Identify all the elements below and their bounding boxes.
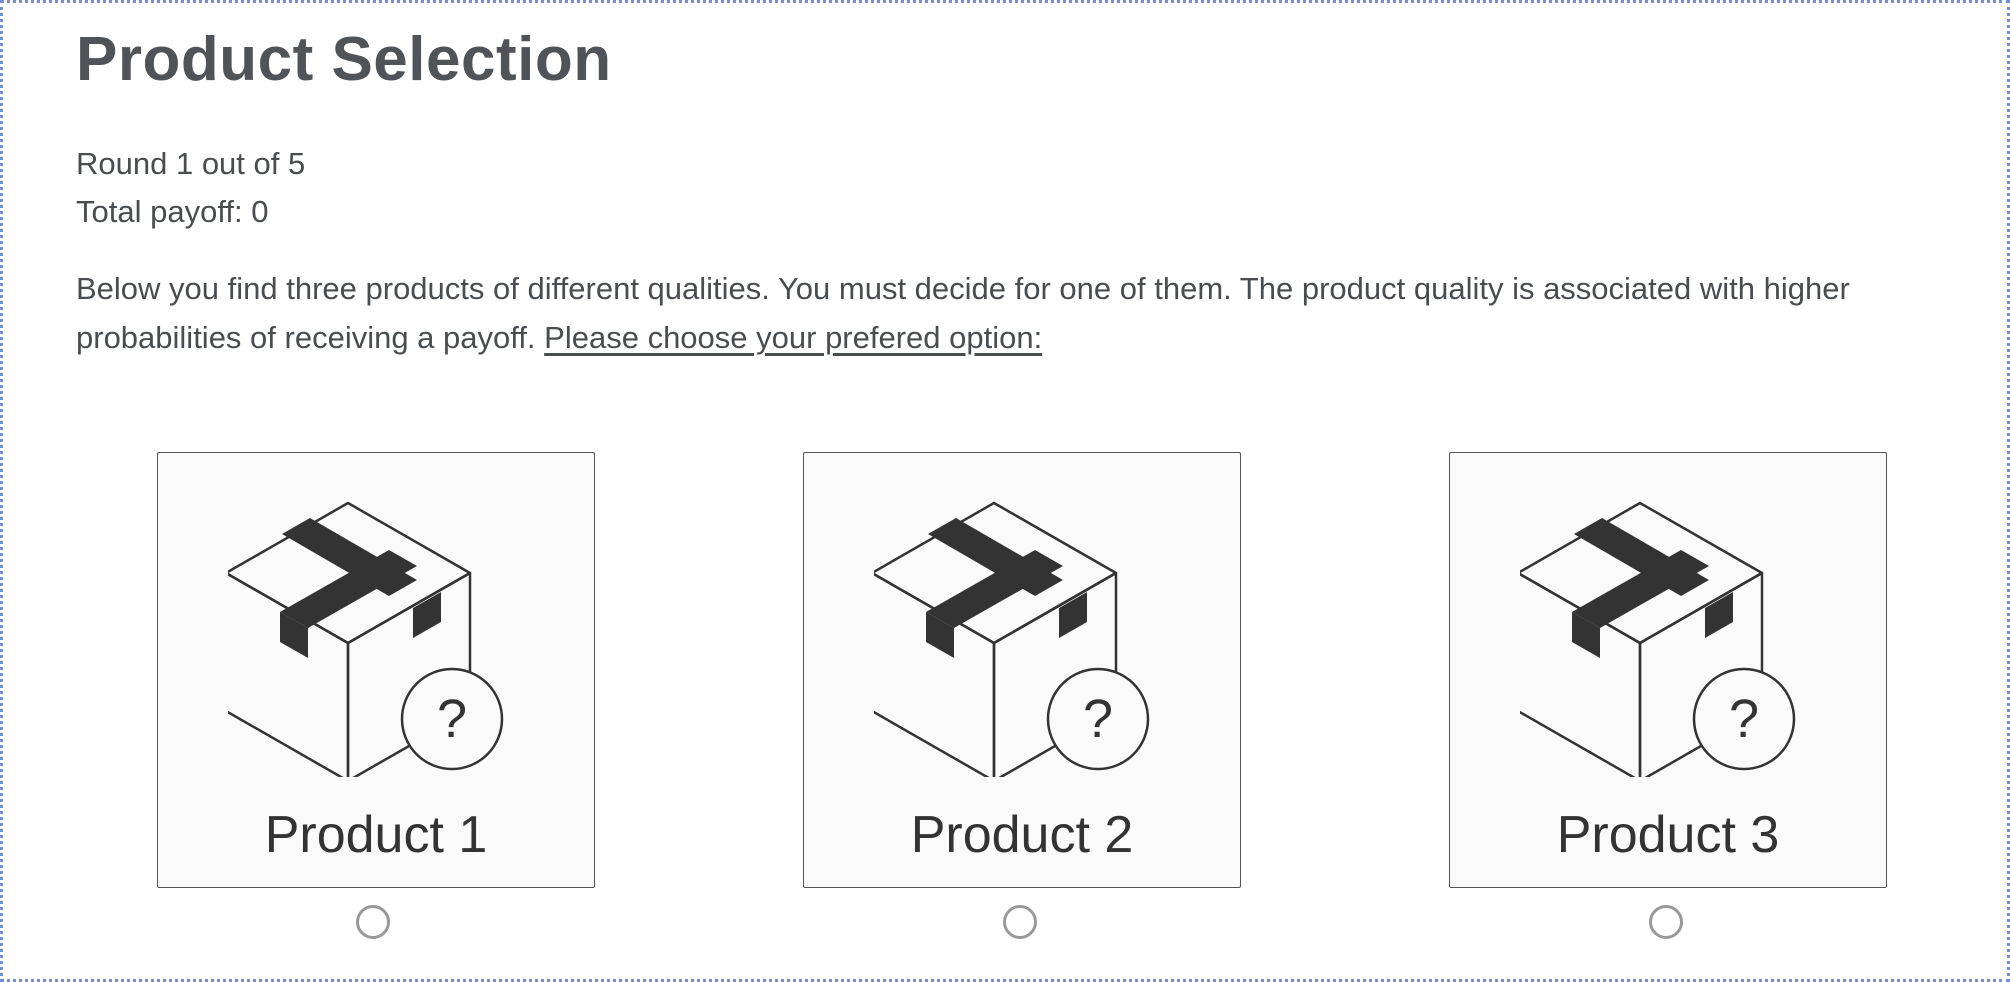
product-label-2: Product 2: [910, 806, 1134, 864]
svg-text:?: ?: [1083, 689, 1113, 749]
page-title: Product Selection: [76, 25, 612, 94]
mystery-box-icon: ?: [874, 501, 1150, 777]
product-label-3: Product 3: [1556, 806, 1780, 864]
product-card-2[interactable]: ? Product 2: [803, 452, 1241, 888]
mystery-box-icon: ?: [228, 501, 504, 777]
total-payoff: Total payoff: 0: [76, 194, 269, 229]
product-3-radio[interactable]: [1649, 905, 1683, 939]
instructions-prompt: Please choose your prefered option:: [544, 320, 1043, 355]
svg-text:?: ?: [1729, 689, 1759, 749]
product-label-1: Product 1: [264, 806, 488, 864]
product-card-1[interactable]: ? Product 1: [157, 452, 595, 888]
status-block: Round 1 out of 5 Total payoff: 0: [76, 140, 305, 236]
instructions: Below you find three products of differe…: [76, 264, 1976, 362]
product-card-3[interactable]: ? Product 3: [1449, 452, 1887, 888]
mystery-box-icon: ?: [1520, 501, 1796, 777]
svg-text:?: ?: [437, 689, 467, 749]
round-indicator: Round 1 out of 5: [76, 146, 306, 181]
product-2-radio[interactable]: [1003, 905, 1037, 939]
product-1-radio[interactable]: [356, 905, 390, 939]
